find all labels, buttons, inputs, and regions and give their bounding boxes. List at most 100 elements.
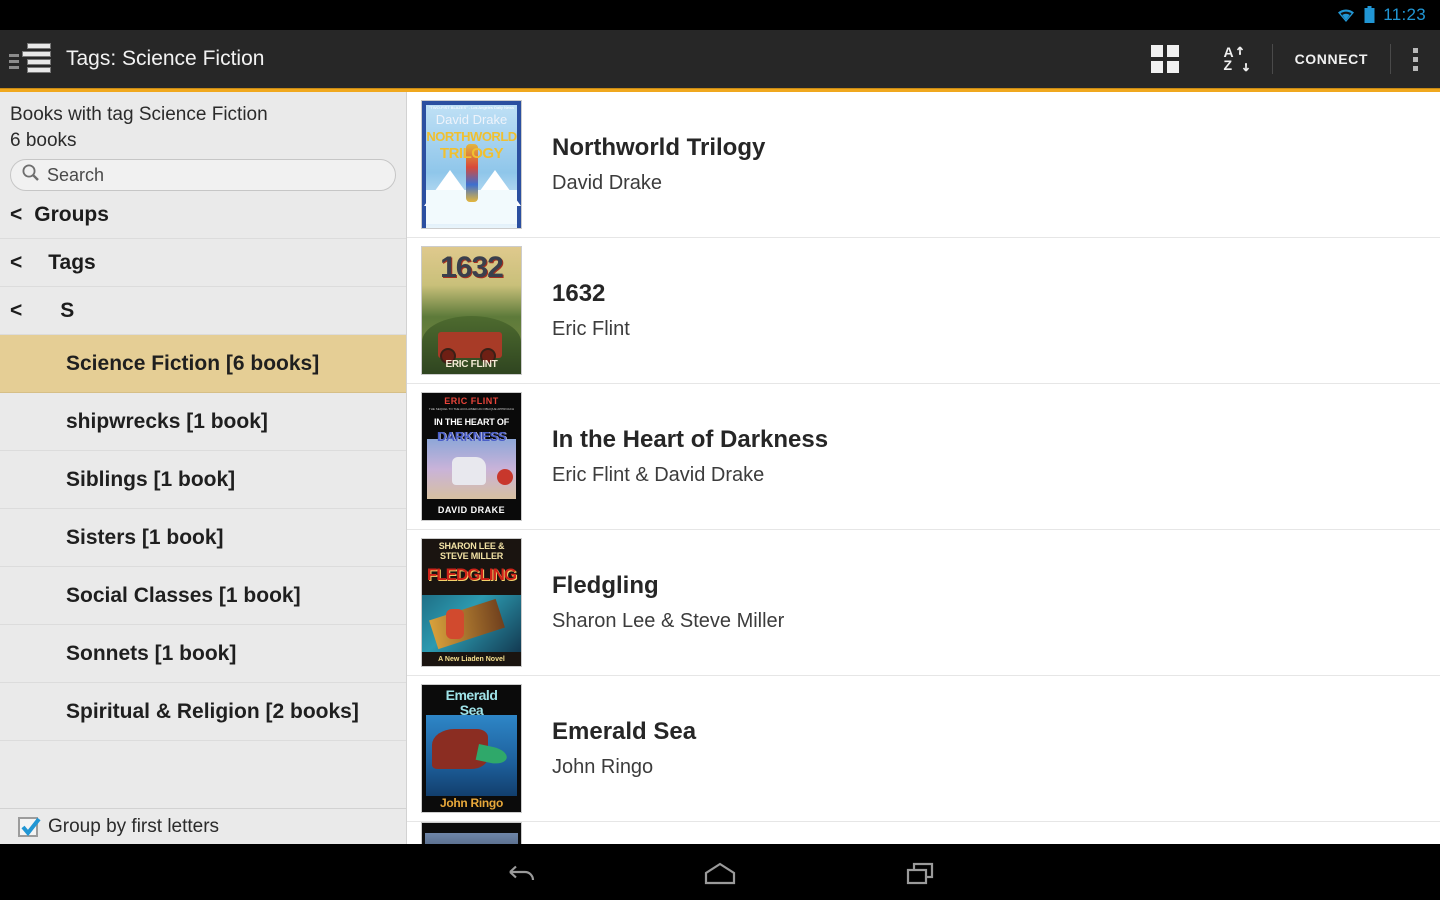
sort-az-icon: A Z	[1223, 45, 1249, 73]
book-cover	[421, 822, 522, 844]
group-by-first-letters-checkbox[interactable]	[18, 816, 41, 837]
chevron-left-icon: <	[10, 202, 23, 226]
book-title: 1632	[552, 280, 606, 307]
cover-title-1: FLEDGLING	[426, 565, 517, 584]
sidebar: Books with tag Science Fiction 6 books S…	[0, 92, 407, 844]
grid-view-icon	[1151, 45, 1180, 73]
book-title: Fledgling	[552, 572, 659, 599]
book-title: In the Heart of Darkness	[552, 426, 829, 453]
recent-apps-button[interactable]	[890, 851, 950, 897]
cover-title-1: Emerald	[445, 687, 498, 703]
book-title: Emerald Sea	[552, 718, 697, 745]
overflow-menu-button[interactable]	[1391, 30, 1440, 88]
cover-title-1: NORTHWORLD	[426, 129, 517, 144]
book-list-item[interactable]	[407, 822, 1440, 844]
search-placeholder: Search	[47, 164, 105, 185]
app-logo-button[interactable]	[4, 42, 60, 76]
app-screen: 11:23 Tags: Science Fiction A Z CONNECT …	[0, 0, 1440, 900]
breadcrumb-letter[interactable]: < S	[0, 287, 406, 335]
sidebar-header: Books with tag Science Fiction 6 books S…	[0, 92, 406, 191]
book-cover: SHARON LEE & STEVE MILLER FLEDGLING A Ne…	[421, 538, 522, 667]
book-cover: "TWO-FIST BLAZES" - Los Angeles Daily Ne…	[421, 100, 522, 229]
breadcrumb-groups[interactable]: < Groups	[0, 191, 406, 239]
sidebar-item-siblings[interactable]: Siblings [1 book]	[0, 451, 406, 509]
sidebar-item-science-fiction[interactable]: Science Fiction [6 books]	[0, 335, 406, 393]
cover-author: David Drake	[435, 112, 508, 127]
breadcrumb-tags[interactable]: < Tags	[0, 239, 406, 287]
tag-label: Spiritual & Religion [2 books]	[66, 700, 359, 723]
book-cover: 1632 ERIC FLINT	[421, 246, 522, 375]
android-nav-bar	[0, 844, 1440, 900]
chevron-left-icon: <	[10, 250, 23, 274]
page-title: Tags: Science Fiction	[66, 47, 265, 70]
cover-blurb: THE SEQUEL TO THE ACCLAIMED AN OBLIQUE A…	[428, 407, 515, 411]
cover-title-2: DARKNESS	[437, 429, 506, 444]
cover-author: SHARON LEE &	[438, 541, 505, 551]
action-bar-buttons: A Z CONNECT	[1129, 30, 1440, 88]
cover-title-2: TRILOGY	[439, 145, 504, 162]
sidebar-item-shipwrecks[interactable]: shipwrecks [1 book]	[0, 393, 406, 451]
breadcrumb-label: Groups	[34, 202, 109, 226]
sidebar-heading: Books with tag Science Fiction	[10, 104, 268, 125]
connect-button[interactable]: CONNECT	[1273, 30, 1390, 88]
group-by-first-letters-row[interactable]: Group by first letters	[0, 808, 406, 844]
book-meta: Emerald Sea John Ringo	[552, 717, 696, 780]
overflow-menu-icon	[1413, 47, 1418, 71]
content-area: Books with tag Science Fiction 6 books S…	[0, 92, 1440, 844]
cover-blurb: "TWO-FIST BLAZES" - Los Angeles Daily Ne…	[428, 105, 514, 110]
tag-label: Sonnets [1 book]	[66, 642, 237, 665]
sidebar-item-spiritual-religion[interactable]: Spiritual & Religion [2 books]	[0, 683, 406, 741]
book-list-item[interactable]: SHARON LEE & STEVE MILLER FLEDGLING A Ne…	[407, 530, 1440, 676]
book-author: John Ringo	[552, 756, 654, 778]
app-logo-icon	[9, 42, 55, 76]
book-list-item[interactable]: ERIC FLINT THE SEQUEL TO THE ACCLAIMED A…	[407, 384, 1440, 530]
cover-tagline: A New Liaden Novel	[438, 656, 505, 663]
tag-label: shipwrecks [1 book]	[66, 410, 268, 433]
sort-letter-bottom: Z	[1223, 57, 1233, 73]
chevron-left-icon: <	[10, 298, 23, 322]
back-button[interactable]	[490, 851, 550, 897]
wifi-icon	[1336, 7, 1356, 23]
book-author: David Drake	[552, 172, 663, 194]
cover-title-1: IN THE HEART OF	[434, 417, 509, 427]
cover-author: ERIC FLINT	[445, 359, 498, 370]
home-button[interactable]	[690, 851, 750, 897]
cover-author-2: STEVE MILLER	[439, 551, 504, 561]
cover-title-1: 1632	[440, 251, 504, 284]
book-list-item[interactable]: "TWO-FIST BLAZES" - Los Angeles Daily Ne…	[407, 92, 1440, 238]
book-author: Sharon Lee & Steve Miller	[552, 610, 785, 632]
status-time: 11:23	[1383, 5, 1426, 24]
action-bar: Tags: Science Fiction A Z CONNECT	[0, 30, 1440, 88]
book-meta: Fledgling Sharon Lee & Steve Miller	[552, 571, 784, 634]
recent-apps-icon	[906, 862, 934, 885]
cover-title-2: Sea	[459, 702, 484, 718]
sidebar-subheading: 6 books	[10, 130, 77, 151]
book-title: Northworld Trilogy	[552, 134, 766, 161]
cover-author-2: DAVID DRAKE	[437, 505, 506, 515]
tag-label: Siblings [1 book]	[66, 468, 236, 491]
home-icon	[704, 862, 736, 885]
status-bar: 11:23	[0, 0, 1440, 30]
connect-label: CONNECT	[1294, 51, 1368, 67]
cover-author: ERIC FLINT	[444, 396, 499, 406]
breadcrumb-label: Tags	[48, 250, 96, 274]
book-meta: Northworld Trilogy David Drake	[552, 133, 765, 196]
sort-button[interactable]: A Z	[1201, 30, 1271, 88]
tag-label: Sisters [1 book]	[66, 526, 224, 549]
grid-view-button[interactable]	[1129, 30, 1201, 88]
back-icon	[509, 865, 535, 881]
book-author: Eric Flint & David Drake	[552, 464, 765, 486]
sidebar-item-sonnets[interactable]: Sonnets [1 book]	[0, 625, 406, 683]
book-list-item[interactable]: Emerald Sea John Ringo Emerald Sea John …	[407, 676, 1440, 822]
group-by-first-letters-label: Group by first letters	[48, 815, 220, 837]
book-list-item[interactable]: 1632 ERIC FLINT 1632 Eric Flint	[407, 238, 1440, 384]
search-input[interactable]: Search	[10, 159, 396, 191]
search-icon	[21, 163, 40, 187]
sidebar-item-sisters[interactable]: Sisters [1 book]	[0, 509, 406, 567]
sidebar-item-social-classes[interactable]: Social Classes [1 book]	[0, 567, 406, 625]
book-author: Eric Flint	[552, 318, 630, 340]
book-list[interactable]: "TWO-FIST BLAZES" - Los Angeles Daily Ne…	[407, 92, 1440, 844]
breadcrumb-label: S	[60, 298, 75, 322]
book-meta: 1632 Eric Flint	[552, 279, 630, 342]
book-cover: ERIC FLINT THE SEQUEL TO THE ACCLAIMED A…	[421, 392, 522, 521]
